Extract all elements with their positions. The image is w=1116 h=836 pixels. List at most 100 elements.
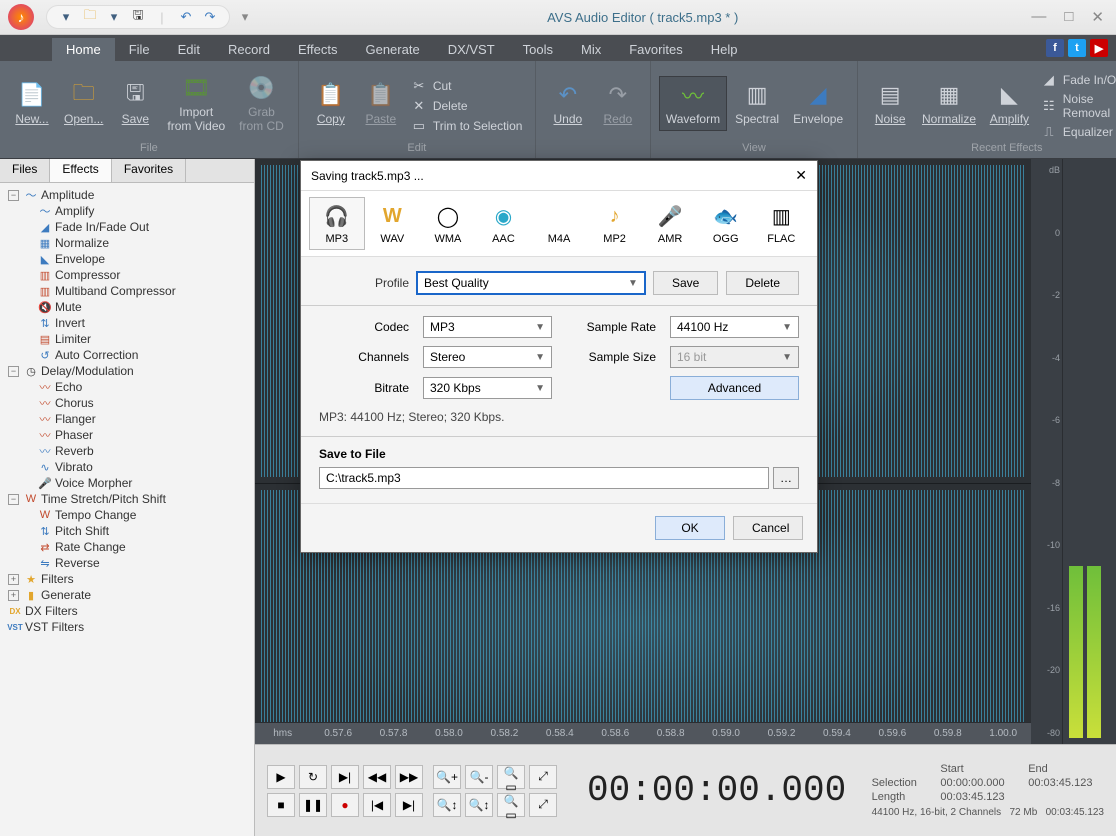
browse-button[interactable]: … (773, 467, 799, 489)
waveform-view-button[interactable]: 〰Waveform (659, 76, 727, 131)
tree-vstfilters[interactable]: VSTVST Filters (4, 619, 250, 635)
tree-item[interactable]: 〰Phaser (4, 427, 250, 443)
tab-mix[interactable]: Mix (567, 38, 615, 61)
tree-delay[interactable]: −◷Delay/Modulation (4, 363, 250, 379)
dialog-close-button[interactable]: ✕ (795, 167, 807, 184)
cancel-button[interactable]: Cancel (733, 516, 803, 540)
tab-generate[interactable]: Generate (351, 38, 433, 61)
fmt-mp3[interactable]: 🎧MP3 (309, 197, 365, 250)
profile-combo[interactable]: Best Quality▼ (417, 272, 645, 294)
tree-item[interactable]: ◢Fade In/Fade Out (4, 219, 250, 235)
zoom-fit-button[interactable]: ⤢ (529, 765, 557, 789)
next-button[interactable]: ▶| (331, 765, 359, 789)
tab-dxvst[interactable]: DX/VST (434, 38, 509, 61)
tab-favorites[interactable]: Favorites (615, 38, 696, 61)
tree-item[interactable]: ◣Envelope (4, 251, 250, 267)
tab-home[interactable]: Home (52, 38, 115, 61)
bitrate-combo[interactable]: 320 Kbps▼ (423, 377, 552, 399)
youtube-icon[interactable]: ▶ (1090, 39, 1108, 57)
stop-button[interactable]: ■ (267, 793, 295, 817)
folder-icon[interactable]: 🗀 (81, 8, 99, 26)
tab-help[interactable]: Help (697, 38, 752, 61)
tree-item[interactable]: ▦Normalize (4, 235, 250, 251)
fade-item[interactable]: ◢Fade In/Out (1037, 71, 1116, 89)
pause-button[interactable]: ❚❚ (299, 793, 327, 817)
fmt-wav[interactable]: WWAV (365, 197, 421, 250)
zoom-v-fit-button[interactable]: ⤢ (529, 793, 557, 817)
tree-item[interactable]: ▥Multiband Compressor (4, 283, 250, 299)
rewind-button[interactable]: ◀◀ (363, 765, 391, 789)
tab-file[interactable]: File (115, 38, 164, 61)
zoom-v-out-button[interactable]: 🔍↕ (465, 793, 493, 817)
maximize-button[interactable]: □ (1064, 8, 1073, 26)
close-button[interactable]: ✕ (1091, 8, 1104, 26)
sidetab-favorites[interactable]: Favorites (112, 159, 186, 182)
normalize-button[interactable]: ▦Normalize (916, 77, 982, 130)
tree-dxfilters[interactable]: DXDX Filters (4, 603, 250, 619)
ok-button[interactable]: OK (655, 516, 725, 540)
zoom-in-button[interactable]: 🔍+ (433, 765, 461, 789)
redo-button[interactable]: ↷Redo (594, 77, 642, 130)
undo-icon[interactable]: ↶ (177, 8, 195, 26)
tree-generate[interactable]: +▮Generate (4, 587, 250, 603)
fmt-m4a[interactable]: M4A (531, 197, 587, 250)
time-ruler[interactable]: hms 0.57.6 0.57.8 0.58.0 0.58.2 0.58.4 0… (255, 722, 1031, 744)
tree-item[interactable]: 〰Flanger (4, 411, 250, 427)
zoom-out-button[interactable]: 🔍- (465, 765, 493, 789)
tab-edit[interactable]: Edit (164, 38, 214, 61)
noise-removal-item[interactable]: ☷Noise Removal (1037, 91, 1116, 121)
fmt-amr[interactable]: 🎤AMR (642, 197, 698, 250)
sidetab-effects[interactable]: Effects (50, 159, 111, 182)
fmt-flac[interactable]: ▥FLAC (754, 197, 810, 250)
zoom-v-in-button[interactable]: 🔍↕ (433, 793, 461, 817)
tree-item[interactable]: ⇅Pitch Shift (4, 523, 250, 539)
tree-item[interactable]: ⇄Rate Change (4, 539, 250, 555)
channels-combo[interactable]: Stereo▼ (423, 346, 552, 368)
tree-item[interactable]: ▤Limiter (4, 331, 250, 347)
noise-button[interactable]: ▤Noise (866, 77, 914, 130)
cut-item[interactable]: ✂Cut (407, 77, 527, 95)
facebook-icon[interactable]: f (1046, 39, 1064, 57)
forward-button[interactable]: ▶▶ (395, 765, 423, 789)
minimize-button[interactable]: — (1031, 8, 1046, 26)
fmt-aac[interactable]: ◉AAC (476, 197, 532, 250)
tree-item[interactable]: 🔇Mute (4, 299, 250, 315)
profile-save-button[interactable]: Save (653, 271, 718, 295)
grab-cd-button[interactable]: 💿Grab from CD (233, 70, 290, 136)
redo-icon[interactable]: ↷ (201, 8, 219, 26)
tab-tools[interactable]: Tools (509, 38, 567, 61)
twitter-icon[interactable]: t (1068, 39, 1086, 57)
new-button[interactable]: 📄New... (8, 77, 56, 130)
record-button[interactable]: ● (331, 793, 359, 817)
skip-fwd-button[interactable]: ▶| (395, 793, 423, 817)
zoom-sel-button[interactable]: 🔍▭ (497, 765, 525, 789)
envelope-view-button[interactable]: ◢Envelope (787, 77, 849, 130)
qat-dropdown2-icon[interactable]: ▾ (105, 8, 123, 26)
undo-button[interactable]: ↶Undo (544, 77, 592, 130)
effects-tree[interactable]: −〜Amplitude 〜Amplify ◢Fade In/Fade Out ▦… (0, 183, 254, 836)
amplify-button[interactable]: ◣Amplify (984, 77, 1035, 130)
save-path-input[interactable] (319, 467, 769, 489)
tree-item[interactable]: ↺Auto Correction (4, 347, 250, 363)
tree-item[interactable]: ▥Compressor (4, 267, 250, 283)
tree-item[interactable]: 〰Chorus (4, 395, 250, 411)
tree-item[interactable]: ∿Vibrato (4, 459, 250, 475)
open-button[interactable]: 🗀Open... (58, 77, 109, 130)
paste-button[interactable]: 📋Paste (357, 77, 405, 130)
zoom-v-sel-button[interactable]: 🔍▭ (497, 793, 525, 817)
skip-back-button[interactable]: |◀ (363, 793, 391, 817)
qat-dropdown-icon[interactable]: ▾ (57, 8, 75, 26)
profile-delete-button[interactable]: Delete (726, 271, 799, 295)
codec-combo[interactable]: MP3▼ (423, 316, 552, 338)
tree-item[interactable]: WTempo Change (4, 507, 250, 523)
save-button[interactable]: 🖫Save (111, 77, 159, 130)
tree-item[interactable]: 🎤Voice Morpher (4, 475, 250, 491)
fmt-ogg[interactable]: 🐟OGG (698, 197, 754, 250)
tree-item[interactable]: 〰Reverb (4, 443, 250, 459)
delete-item[interactable]: ✕Delete (407, 97, 527, 115)
tree-item[interactable]: 〰Echo (4, 379, 250, 395)
play-button[interactable]: ▶ (267, 765, 295, 789)
dialog-titlebar[interactable]: Saving track5.mp3 ... ✕ (301, 161, 817, 191)
tree-time[interactable]: −WTime Stretch/Pitch Shift (4, 491, 250, 507)
equalizer-item[interactable]: ⎍Equalizer (1037, 123, 1116, 141)
